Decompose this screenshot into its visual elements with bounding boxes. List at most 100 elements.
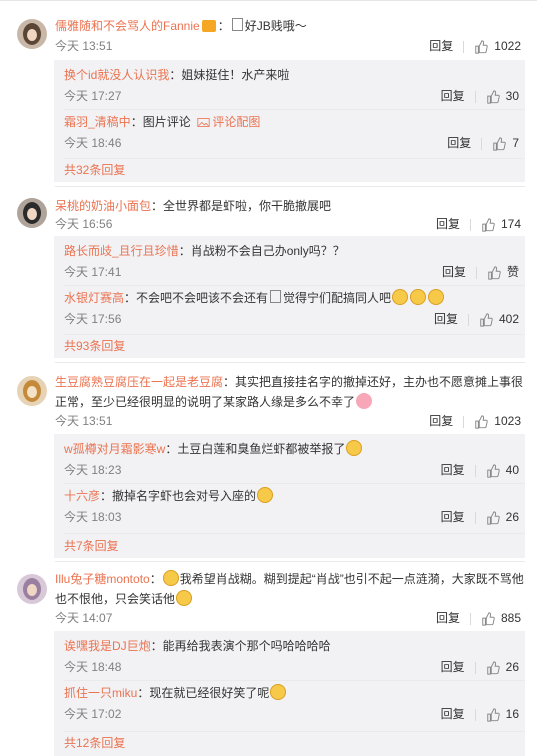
like-count: 16 xyxy=(505,707,519,721)
thumb-up-icon[interactable] xyxy=(474,40,489,54)
comment-time: 今天 13:51 xyxy=(55,39,113,53)
reply-button[interactable]: 回复 xyxy=(447,136,471,150)
comment-text: 生豆腐熟豆腐压在一起是老豆腐：其实把直接挂名字的撤掉还好，主办也不愿意摊上事很正… xyxy=(55,375,524,409)
crying-emoji-icon xyxy=(392,289,409,305)
reply-button[interactable]: 回复 xyxy=(441,463,465,477)
comment-divider xyxy=(55,362,525,363)
avatar[interactable] xyxy=(17,198,47,228)
comment-username[interactable]: 生豆腐熟豆腐压在一起是老豆腐 xyxy=(55,375,223,389)
comment-text: 儒雅随和不会骂人的Fannie：好JB贱哦～ xyxy=(55,18,307,33)
reply-username[interactable]: 抓住一只miku xyxy=(64,686,137,700)
thumb-up-icon[interactable] xyxy=(487,266,501,280)
comment-meta: 今天 13:51 回复 1022 xyxy=(55,37,521,55)
thumb-up-icon[interactable] xyxy=(481,612,495,626)
missing-glyph-icon xyxy=(231,18,243,31)
reply-box: 换个id就没人认识我：姐妹挺住！水产来啦 今天 17:27 回复 30 霜羽_清稿… xyxy=(54,60,525,182)
reply-time: 今天 17:56 xyxy=(64,312,122,326)
reply-button[interactable]: 回复 xyxy=(442,265,466,279)
smile-emoji-icon xyxy=(257,487,274,503)
thumb-up-icon[interactable] xyxy=(486,708,500,722)
smile-emoji-icon xyxy=(176,590,193,606)
thumb-up-icon[interactable] xyxy=(486,464,500,478)
reply-button[interactable]: 回复 xyxy=(441,510,465,524)
crying-emoji-icon xyxy=(410,289,427,305)
comment-text: 呆桃的奶油小面包：全世界都是虾啦，你干脆撤展吧 xyxy=(55,199,332,213)
like-count: 1023 xyxy=(494,414,521,428)
reply-item: 抓住一只miku：现在就已经很好笑了呢 今天 17:02 回复 16 xyxy=(64,684,519,722)
reply-item: w孤樽对月霜影寒w：土豆白莲和臭鱼烂虾都被举报了 今天 18:23 回复 40 xyxy=(64,440,519,478)
reply-username[interactable]: 水银灯赛高 xyxy=(64,291,124,305)
reply-button[interactable]: 回复 xyxy=(441,660,465,674)
reply-username[interactable]: w孤樽对月霜影寒w xyxy=(64,442,165,456)
comment-divider xyxy=(55,186,525,187)
smirk-emoji-icon xyxy=(270,684,287,700)
thumb-up-icon[interactable] xyxy=(486,511,500,525)
like-count: 402 xyxy=(498,312,519,326)
like-count: 885 xyxy=(500,611,521,625)
smile-emoji-icon xyxy=(162,570,179,586)
comment-meta: 今天 13:51 回复 1023 xyxy=(55,412,521,430)
more-replies-link[interactable]: 共7条回复 xyxy=(64,537,119,555)
reply-time: 今天 18:03 xyxy=(64,510,122,524)
thumb-up-icon[interactable] xyxy=(481,218,495,232)
view-image-link[interactable]: 评论配图 xyxy=(212,115,260,129)
reply-item: 路长而歧_且行且珍惜：肖战粉不会自己办only吗？？ 今天 17:41 回复赞 xyxy=(64,244,519,280)
avatar[interactable] xyxy=(17,376,47,406)
comment-text: Illu兔子糖montoto： 我希望肖战糊。糊到提起“肖战”也引不起一点涟漪，大… xyxy=(55,570,524,606)
reply-button[interactable]: 回复 xyxy=(436,217,460,231)
reply-button[interactable]: 回复 xyxy=(436,611,460,625)
thumb-up-icon[interactable] xyxy=(474,415,489,429)
reply-time: 今天 18:48 xyxy=(64,660,122,674)
reply-item: 换个id就没人认识我：姐妹挺住！水产来啦 今天 17:27 回复 30 xyxy=(64,68,519,104)
comment-meta: 今天 14:07 回复 885 xyxy=(55,609,521,627)
vip-badge-icon xyxy=(201,20,216,32)
reply-button[interactable]: 回复 xyxy=(434,312,458,326)
reply-button[interactable]: 回复 xyxy=(429,37,453,55)
reply-button[interactable]: 回复 xyxy=(441,707,465,721)
comment-username[interactable]: 儒雅随和不会骂人的Fannie xyxy=(55,19,200,33)
image-icon xyxy=(197,118,210,128)
comment-username[interactable]: Illu兔子糖montoto xyxy=(55,572,150,586)
reply-item: 十六彦：撤掉名字虾也会对号入座的 今天 18:03 回复 26 xyxy=(64,487,519,525)
reply-time: 今天 18:23 xyxy=(64,463,122,477)
like-count: 26 xyxy=(505,660,519,674)
comment-time: 今天 16:56 xyxy=(55,217,113,231)
like-count: 174 xyxy=(500,217,521,231)
thumb-up-icon[interactable] xyxy=(492,137,507,151)
avatar[interactable] xyxy=(17,574,47,604)
reply-time: 今天 17:02 xyxy=(64,707,122,721)
comment-time: 今天 14:07 xyxy=(55,611,113,625)
reply-box: 路长而歧_且行且珍惜：肖战粉不会自己办only吗？？ 今天 17:41 回复赞 … xyxy=(54,236,525,358)
missing-glyph-icon xyxy=(270,290,282,303)
reply-username[interactable]: 路长而歧_且行且珍惜 xyxy=(64,244,179,258)
reply-item: 水银灯赛高：不会吧不会吧该不会还有 觉得宁们配搞同人吧 今天 17:56 回复 40… xyxy=(64,289,519,327)
reply-username[interactable]: 十六彦 xyxy=(64,489,100,503)
avatar[interactable] xyxy=(17,19,47,49)
comment-meta: 今天 16:56 回复 174 xyxy=(55,215,521,233)
reply-username[interactable]: 诶嘿我是DJ巨炮 xyxy=(64,639,151,653)
comment-divider xyxy=(55,561,525,562)
like-count: 26 xyxy=(505,510,519,524)
reply-item: 霜羽_清稿中：图片评论 评论配图 今天 18:46 回复 7 xyxy=(64,115,519,151)
top-divider xyxy=(0,0,537,7)
smirk-emoji-icon xyxy=(346,440,363,456)
like-count: 30 xyxy=(505,89,519,103)
more-replies-link[interactable]: 共93条回复 xyxy=(64,337,125,355)
thumb-up-icon[interactable] xyxy=(479,313,493,327)
reply-username[interactable]: 霜羽_清稿中 xyxy=(64,115,131,129)
reply-time: 今天 17:41 xyxy=(64,265,122,279)
like-count: 7 xyxy=(512,136,519,150)
reply-button[interactable]: 回复 xyxy=(429,414,453,428)
like-count: 40 xyxy=(505,463,519,477)
thumb-up-icon[interactable] xyxy=(486,661,500,675)
reply-time: 今天 17:27 xyxy=(64,89,122,103)
thumb-up-icon[interactable] xyxy=(486,90,500,104)
reply-box: 诶嘿我是DJ巨炮：能再给我表演个那个吗哈哈哈哈 今天 18:48 回复 26 抓住… xyxy=(54,631,525,756)
reply-username[interactable]: 换个id就没人认识我 xyxy=(64,68,169,82)
more-replies-link[interactable]: 共12条回复 xyxy=(64,734,125,752)
like-count: 赞 xyxy=(506,265,519,279)
comment-username[interactable]: 呆桃的奶油小面包 xyxy=(55,199,151,213)
reply-button[interactable]: 回复 xyxy=(441,89,465,103)
more-replies-link[interactable]: 共32条回复 xyxy=(64,161,125,179)
like-count: 1022 xyxy=(494,39,521,53)
